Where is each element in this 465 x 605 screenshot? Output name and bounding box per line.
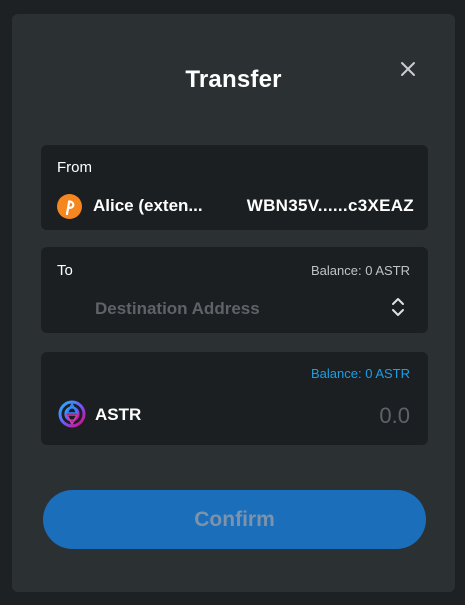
close-icon[interactable] (398, 59, 418, 79)
destination-card: To Balance: 0 ASTR (41, 247, 428, 333)
token-name: ASTR (95, 405, 142, 424)
polkadot-icon (57, 194, 82, 219)
from-account-name: Alice (exten... (93, 196, 203, 215)
chevron-up-down-icon[interactable] (391, 296, 405, 318)
from-account-address: WBN35V......c3XEAZ (246, 196, 414, 215)
modal-title: Transfer (185, 66, 282, 93)
from-account-card[interactable]: From Alice (exten... WBN35V......c3XEAZ (41, 145, 428, 230)
amount-input[interactable] (260, 402, 410, 430)
confirm-button[interactable]: Confirm (43, 490, 426, 549)
destination-address-input[interactable] (95, 297, 375, 321)
astar-icon (58, 400, 86, 428)
from-label: From (57, 159, 92, 176)
transfer-modal: Transfer From Alice (exten... WBN35V....… (12, 14, 455, 592)
amount-card: Balance: 0 ASTR ASTR (41, 352, 428, 445)
destination-balance: Balance: 0 ASTR (311, 263, 410, 278)
to-label: To (57, 262, 73, 279)
token-balance-link[interactable]: Balance: 0 ASTR (311, 366, 410, 381)
